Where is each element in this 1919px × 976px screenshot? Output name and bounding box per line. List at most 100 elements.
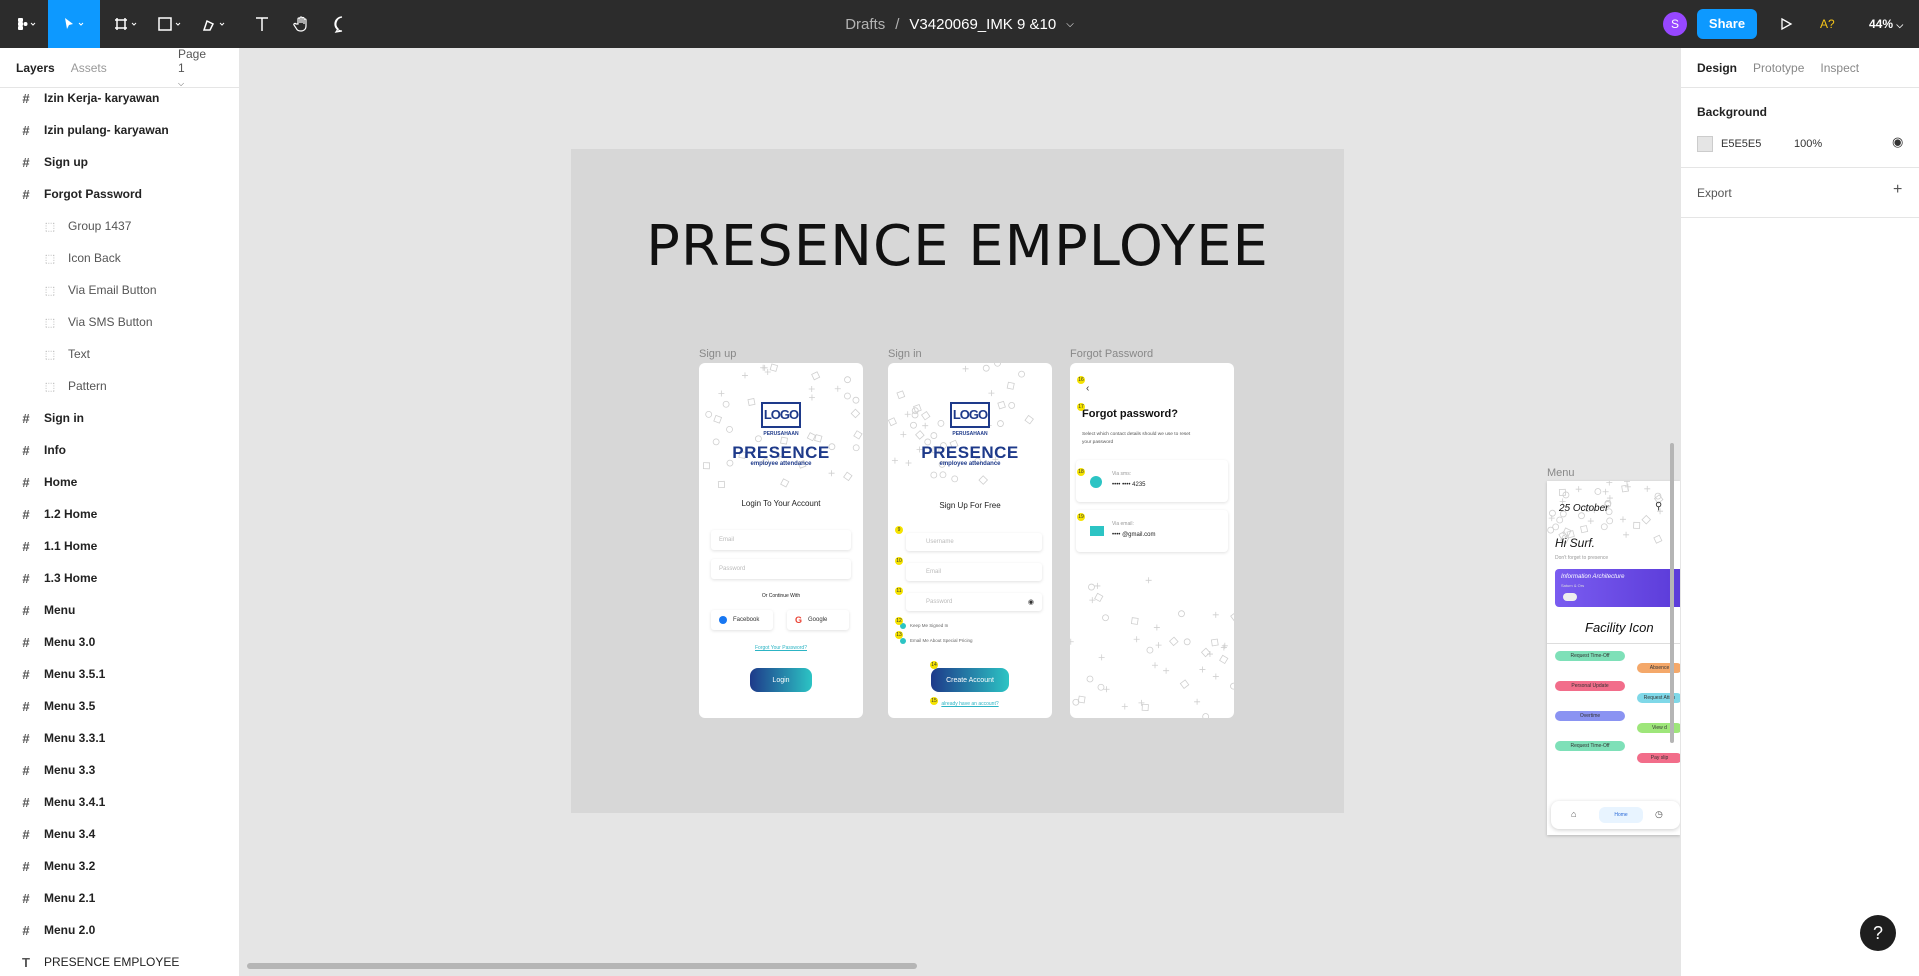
layer-item[interactable]: # Menu 2.1 [0,882,239,914]
username-field[interactable]: Username [906,533,1042,551]
tab-design[interactable]: Design [1697,61,1737,75]
menu-pill[interactable]: Overtime [1555,711,1625,721]
layer-item[interactable]: # Menu 3.3 [0,754,239,786]
menu-pill[interactable]: Personal Update [1555,681,1625,691]
layer-item[interactable]: # Menu 3.0 [0,626,239,658]
email-me-checkbox[interactable]: Email Me About Special Pricing [900,638,973,644]
layer-item[interactable]: # Izin Kerja- karyawan [0,82,239,114]
google-button[interactable]: G Google [787,610,849,630]
group-icon: ⬚ [44,284,56,297]
back-icon[interactable]: ‹ [1086,383,1089,394]
signup-frame[interactable]: LOGO PERUSAHAAN PRESENCE employee attend… [699,363,863,718]
tab-inspect[interactable]: Inspect [1820,61,1859,75]
layer-item[interactable]: # Menu 3.4 [0,818,239,850]
menu-pill[interactable]: Request Time-Off [1555,741,1625,751]
frame-label-forgot[interactable]: Forgot Password [1070,348,1153,360]
layer-item[interactable]: ⬚ Group 1437 [0,210,239,242]
properties-panel: Design Prototype Inspect Background E5E5… [1680,48,1919,976]
frame-label-menu[interactable]: Menu [1547,467,1575,479]
frame-label-signin[interactable]: Sign in [888,348,922,360]
keep-signed-checkbox[interactable]: Keep Me Signed In [900,623,948,629]
layer-item[interactable]: ⬚ Icon Back [0,242,239,274]
search-icon[interactable]: ⚲ [1655,501,1662,512]
layer-item[interactable]: # Menu 3.2 [0,850,239,882]
file-name[interactable]: V3420069_IMK 9 &10 [909,16,1056,33]
info-card[interactable]: Information Architecture Saturn & Ors [1555,569,1680,607]
create-account-button[interactable]: Create Account [931,668,1009,692]
already-account-link[interactable]: already have an account? [888,701,1052,707]
pattern-shape [1138,699,1145,706]
avatar[interactable]: S [1663,12,1687,36]
vertical-scrollbar[interactable] [1670,443,1674,743]
pattern-shape [1624,483,1631,490]
layer-item[interactable]: #1.2 Home [0,498,239,530]
via-email-button[interactable]: Via email: •••• @gmail.com [1076,510,1228,552]
layer-item[interactable]: # Izin pulang- karyawan [0,114,239,146]
via-sms-button[interactable]: Via sms: •••• •••• 4235 [1076,460,1228,502]
background-opacity[interactable]: 100% [1794,138,1822,150]
pattern-shape [1202,713,1210,718]
layer-label: Menu 3.2 [44,859,96,873]
layer-item[interactable]: # Menu 3.5 [0,690,239,722]
present-button[interactable] [1772,0,1800,48]
layer-item[interactable]: ⬚ Pattern [0,370,239,402]
layer-item[interactable]: # Sign up [0,146,239,178]
pattern-shape [843,471,853,482]
home-nav-icon[interactable]: ⌂ [1571,809,1576,819]
eye-icon[interactable]: ◉ [1892,134,1903,150]
frame-icon: # [22,890,30,906]
help-button[interactable]: ? [1860,915,1896,951]
login-button[interactable]: Login [750,668,812,692]
signin-frame[interactable]: LOGO PERUSAHAAN PRESENCE employee attend… [888,363,1052,718]
facebook-button[interactable]: Facebook [711,610,773,630]
layer-item[interactable]: # Menu 2.0 [0,914,239,946]
share-button[interactable]: Share [1697,9,1757,39]
tab-layers[interactable]: Layers [16,61,55,75]
layer-item[interactable]: # Menu 3.4.1 [0,786,239,818]
layer-item[interactable]: # Sign in [0,402,239,434]
layer-item[interactable]: ⬚ Text [0,338,239,370]
eye-icon[interactable]: ◉ [1028,598,1034,606]
layer-item[interactable]: ⬚ Via Email Button [0,274,239,306]
pattern-shape [982,364,990,372]
background-swatch[interactable] [1697,136,1713,152]
email-field[interactable]: Email [711,530,851,550]
drafts-link[interactable]: Drafts [845,16,885,33]
username-placeholder: Username [926,539,954,545]
layers-panel: Layers Assets Page 1 ⌵ # Izin Kerja- kary… [0,48,240,976]
tab-prototype[interactable]: Prototype [1753,61,1804,75]
frame-icon: # [22,570,30,586]
layer-item[interactable]: # Menu 3.3.1 [0,722,239,754]
tab-assets[interactable]: Assets [71,61,107,75]
menu-frame[interactable]: 25 October ⚲ Hi Surf. Don't forget to pr… [1547,481,1680,835]
layer-item[interactable]: # Info [0,434,239,466]
chevron-down-icon[interactable]: ⌵ [1066,19,1074,30]
layer-item[interactable]: # Menu [0,594,239,626]
forgot-password-frame[interactable]: ‹ Forgot password? Select which contact … [1070,363,1234,718]
layer-item[interactable]: # Forgot Password [0,178,239,210]
add-export-icon[interactable]: + [1893,181,1902,199]
frame-label-signup[interactable]: Sign up [699,348,736,360]
email-field[interactable]: Email [906,563,1042,581]
layer-item[interactable]: #1.1 Home [0,530,239,562]
accessibility-check-button[interactable]: A? [1820,0,1835,48]
zoom-dropdown[interactable]: 44% ⌵ [1869,0,1903,48]
layer-item[interactable]: # Menu 3.5.1 [0,658,239,690]
password-field[interactable]: Password ◉ [906,593,1042,611]
background-hex[interactable]: E5E5E5 [1721,138,1761,150]
clock-nav-icon[interactable]: ◷ [1655,809,1663,820]
forgot-password-link[interactable]: Forgot Your Password? [699,645,863,651]
layer-item[interactable]: # Home [0,466,239,498]
menu-pill[interactable]: Pay slip [1637,753,1680,763]
home-nav-tab[interactable]: Home [1599,807,1643,823]
layer-item[interactable]: #1.3 Home [0,562,239,594]
canvas-title-text[interactable]: PRESENCE EMPLOYEE [571,214,1344,279]
menu-pill[interactable]: Request Time-Off [1555,651,1625,661]
password-field[interactable]: Password [711,559,851,579]
layer-item[interactable]: ⬚ Via SMS Button [0,306,239,338]
layer-item[interactable]: T PRESENCE EMPLOYEE [0,946,239,976]
pattern-shape [844,376,851,384]
pattern-shape [951,475,959,483]
horizontal-scrollbar[interactable] [247,963,917,969]
layer-label: Pattern [68,379,107,393]
